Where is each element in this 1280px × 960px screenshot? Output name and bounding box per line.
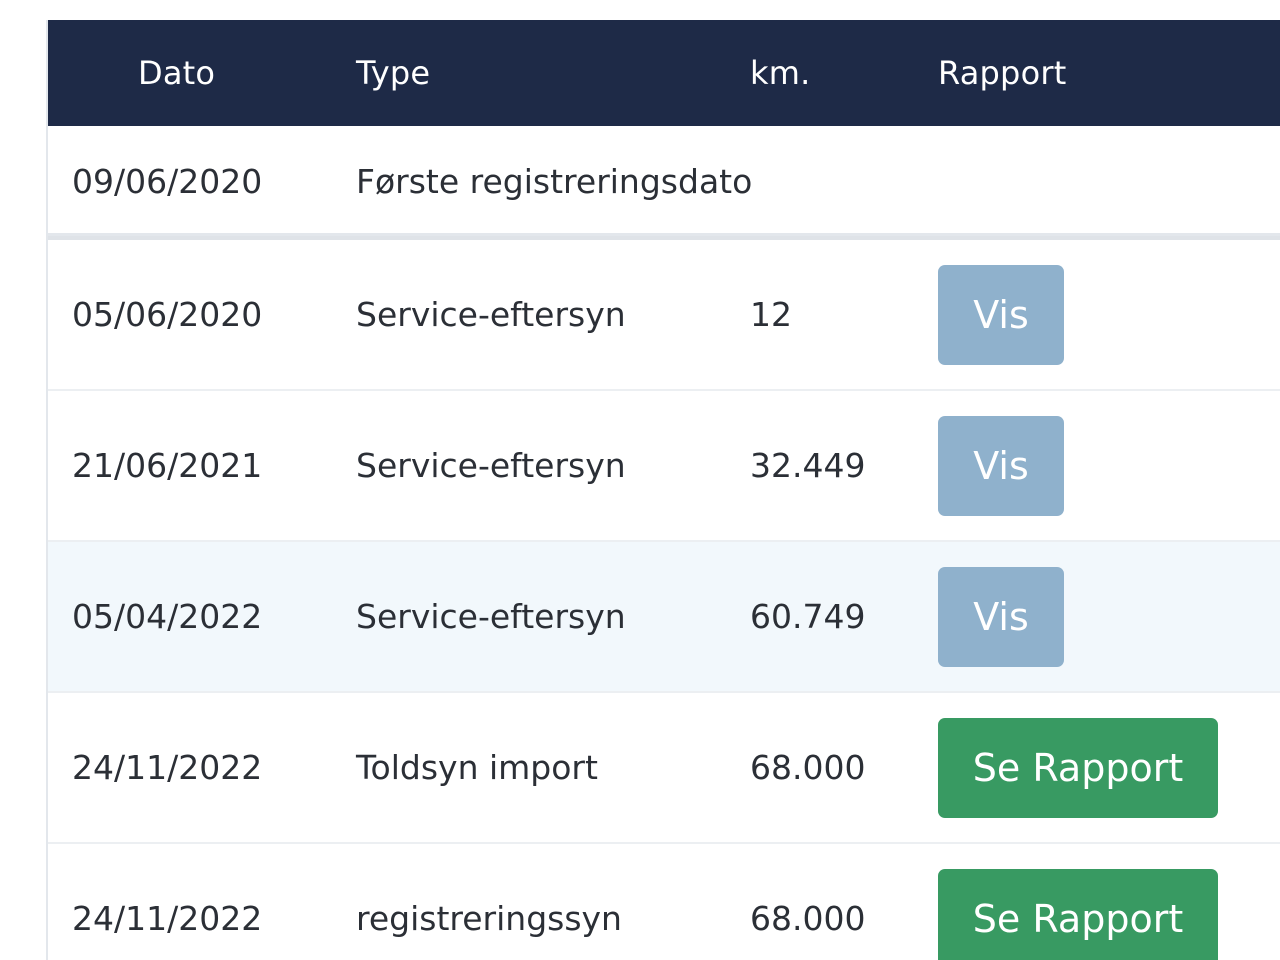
report-cell: Vis <box>938 240 1064 389</box>
date-cell: 09/06/2020 <box>72 161 263 201</box>
view-button[interactable]: Vis <box>938 415 1064 516</box>
date-cell: 24/11/2022 <box>72 899 263 938</box>
type-cell: Første registreringsdato <box>356 161 753 201</box>
report-cell: Vis <box>938 391 1064 540</box>
column-header-date: Dato <box>138 54 216 92</box>
table-row: 09/06/2020 Første registreringsdato <box>48 126 1280 240</box>
table-row: 24/11/2022 Toldsyn import 68.000 Se Rapp… <box>48 693 1280 844</box>
table-row: 21/06/2021 Service-eftersyn 32.449 Vis <box>48 391 1280 542</box>
type-cell: Service-eftersyn <box>356 597 626 636</box>
date-cell: 05/04/2022 <box>72 597 263 636</box>
km-cell: 60.749 <box>750 597 866 636</box>
service-history-table: Dato Type km. Rapport 09/06/2020 Første … <box>46 20 1280 960</box>
view-button[interactable]: Vis <box>938 566 1064 667</box>
column-header-type: Type <box>356 54 431 92</box>
table-row: 24/11/2022 registreringssyn 68.000 Se Ra… <box>48 844 1280 960</box>
type-cell: Toldsyn import <box>356 748 598 787</box>
column-header-km: km. <box>750 54 811 92</box>
km-cell: 12 <box>750 295 792 334</box>
type-cell: registreringssyn <box>356 899 622 938</box>
view-button[interactable]: Vis <box>938 264 1064 365</box>
report-cell: Se Rapport <box>938 693 1218 842</box>
report-cell: Vis <box>938 542 1064 691</box>
see-report-button[interactable]: Se Rapport <box>938 717 1218 818</box>
type-cell: Service-eftersyn <box>356 295 626 334</box>
see-report-button[interactable]: Se Rapport <box>938 868 1218 960</box>
km-cell: 68.000 <box>750 748 866 787</box>
km-cell: 32.449 <box>750 446 866 485</box>
type-cell: Service-eftersyn <box>356 446 626 485</box>
table-row: 05/04/2022 Service-eftersyn 60.749 Vis <box>48 542 1280 693</box>
column-header-report: Rapport <box>938 54 1067 92</box>
date-cell: 24/11/2022 <box>72 748 263 787</box>
table-row: 05/06/2020 Service-eftersyn 12 Vis <box>48 240 1280 391</box>
km-cell: 68.000 <box>750 899 866 938</box>
table-header: Dato Type km. Rapport <box>48 20 1280 126</box>
report-cell: Se Rapport <box>938 844 1218 960</box>
date-cell: 05/06/2020 <box>72 295 263 334</box>
date-cell: 21/06/2021 <box>72 446 263 485</box>
